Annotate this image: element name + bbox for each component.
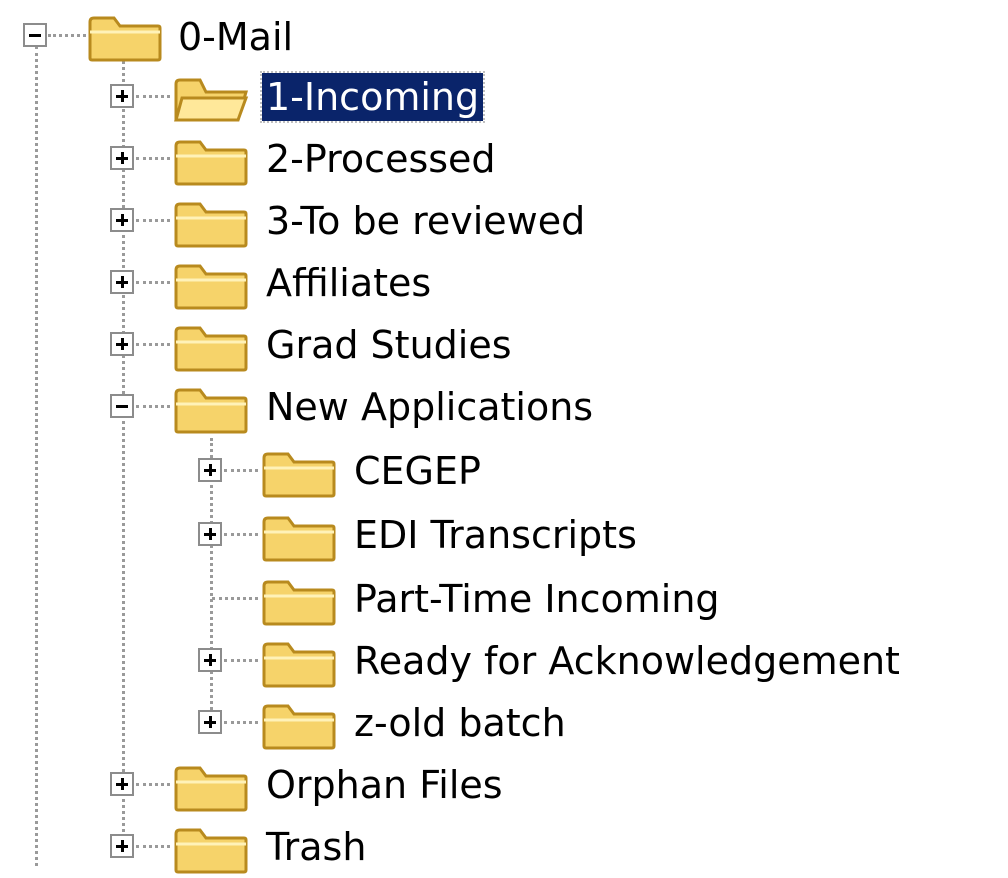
folder-icon xyxy=(262,580,336,626)
tree-connector xyxy=(136,219,170,222)
tree-connector xyxy=(136,343,170,346)
tree-node-label[interactable]: z-old batch xyxy=(350,699,570,747)
tree-node-label[interactable]: EDI Transcripts xyxy=(350,511,641,559)
folder-icon xyxy=(262,704,336,750)
folder-icon xyxy=(262,452,336,498)
tree-node-edi-transcripts[interactable]: EDI Transcripts xyxy=(0,504,760,566)
tree-node-label[interactable]: 0-Mail xyxy=(174,13,297,61)
folder-icon xyxy=(174,326,248,372)
expand-toggle[interactable] xyxy=(110,270,134,294)
folder-icon xyxy=(174,388,248,434)
tree-node-3-to-be-reviewed[interactable]: 3-To be reviewed xyxy=(0,190,700,252)
tree-node-trash[interactable]: Trash xyxy=(0,816,600,878)
expand-toggle[interactable] xyxy=(198,648,222,672)
tree-connector xyxy=(136,157,170,160)
tree-node-root[interactable]: 0-Mail xyxy=(0,4,400,66)
tree-connector xyxy=(136,783,170,786)
tree-node-new-applications[interactable]: New Applications xyxy=(0,376,700,438)
tree-node-1-incoming[interactable]: 1-Incoming xyxy=(0,66,600,128)
tree-node-z-old-batch[interactable]: z-old batch xyxy=(0,692,700,754)
tree-node-label[interactable]: Grad Studies xyxy=(262,321,516,369)
folder-icon xyxy=(88,16,162,62)
folder-icon xyxy=(262,642,336,688)
folder-icon xyxy=(262,516,336,562)
tree-connector xyxy=(224,659,258,662)
tree-node-label[interactable]: Orphan Files xyxy=(262,761,507,809)
tree-node-part-time-incoming[interactable]: Part-Time Incoming xyxy=(0,568,800,630)
folder-icon xyxy=(174,264,248,310)
tree-node-grad-studies[interactable]: Grad Studies xyxy=(0,314,600,376)
tree-node-label[interactable]: CEGEP xyxy=(350,447,485,495)
tree-node-orphan-files[interactable]: Orphan Files xyxy=(0,754,700,816)
expand-toggle[interactable] xyxy=(198,458,222,482)
tree-connector xyxy=(136,281,170,284)
folder-icon xyxy=(174,828,248,874)
tree-node-ready-for-acknowledgement[interactable]: Ready for Acknowledgement xyxy=(0,630,1008,692)
folder-icon xyxy=(174,140,248,186)
tree-connector xyxy=(212,597,258,600)
tree-node-2-processed[interactable]: 2-Processed xyxy=(0,128,600,190)
tree-connector xyxy=(136,95,170,98)
expand-toggle[interactable] xyxy=(198,710,222,734)
expand-toggle[interactable] xyxy=(110,84,134,108)
folder-icon xyxy=(174,766,248,812)
tree-node-label[interactable]: 2-Processed xyxy=(262,135,500,183)
collapse-toggle[interactable] xyxy=(23,23,47,47)
expand-toggle[interactable] xyxy=(110,332,134,356)
expand-toggle[interactable] xyxy=(110,834,134,858)
tree-connector xyxy=(224,721,258,724)
folder-icon xyxy=(174,202,248,248)
tree-node-label[interactable]: Trash xyxy=(262,823,370,871)
tree-node-cegep[interactable]: CEGEP xyxy=(0,440,700,502)
tree-node-label[interactable]: Ready for Acknowledgement xyxy=(350,637,904,685)
tree-connector xyxy=(136,405,170,408)
expand-toggle[interactable] xyxy=(110,146,134,170)
tree-node-label[interactable]: Affiliates xyxy=(262,259,435,307)
tree-node-affiliates[interactable]: Affiliates xyxy=(0,252,600,314)
tree-node-label[interactable]: 1-Incoming xyxy=(259,71,486,123)
expand-toggle[interactable] xyxy=(110,772,134,796)
tree-node-label[interactable]: 3-To be reviewed xyxy=(262,197,589,245)
tree-connector xyxy=(136,845,170,848)
tree-connector xyxy=(224,469,258,472)
tree-connector xyxy=(224,533,258,536)
expand-toggle[interactable] xyxy=(110,208,134,232)
collapse-toggle[interactable] xyxy=(110,394,134,418)
tree-node-label[interactable]: New Applications xyxy=(262,383,597,431)
folder-tree: 0-Mail 1-Incoming 2-Processed 3-To be re… xyxy=(0,0,1008,874)
expand-toggle[interactable] xyxy=(198,522,222,546)
tree-node-label[interactable]: Part-Time Incoming xyxy=(350,575,724,623)
folder-open-icon xyxy=(174,78,249,122)
